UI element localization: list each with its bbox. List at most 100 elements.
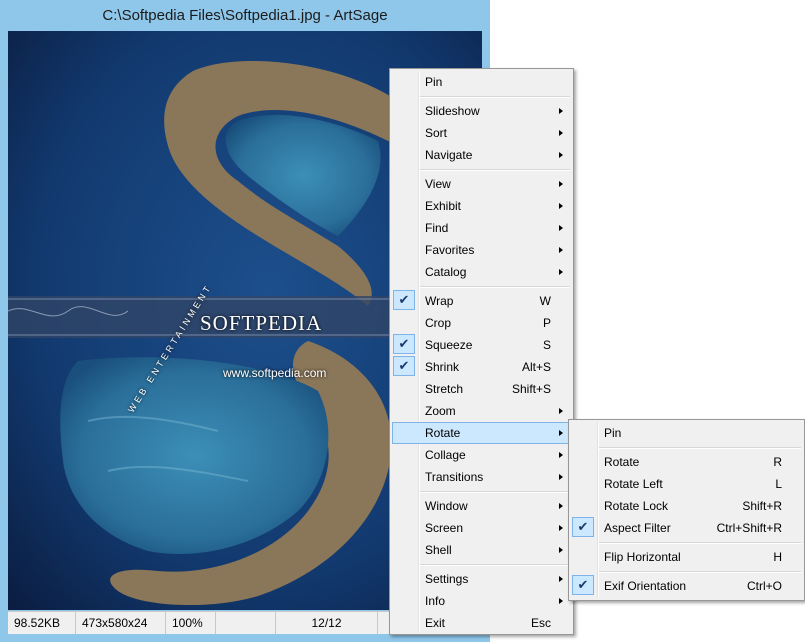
- rotate-submenu: Pin Rotate R Rotate Left L Rotate Lock Shif…: [568, 419, 805, 601]
- submenu-item-flip-horizontal[interactable]: Flip Horizontal H: [571, 546, 802, 568]
- status-position: 12/12: [276, 612, 378, 634]
- image-brand-text: SOFTPEDIA: [200, 311, 323, 335]
- menu-item-label: Transitions: [425, 470, 484, 484]
- menu-item-info[interactable]: Info: [392, 590, 571, 612]
- menu-separator: [420, 491, 570, 493]
- menu-item-label: Flip Horizontal: [604, 550, 681, 564]
- menu-item-shortcut: Ctrl+O: [746, 579, 782, 593]
- checkmark-icon: ✔: [572, 517, 594, 537]
- submenu-arrow-icon: [559, 452, 563, 458]
- menu-item-label: Rotate: [604, 455, 640, 469]
- menu-item-label: Exif Orientation: [604, 579, 687, 593]
- menu-separator: [420, 169, 570, 171]
- menu-item-label: Slideshow: [425, 104, 480, 118]
- image-url-text: www.softpedia.com: [223, 366, 327, 380]
- menu-item-screen[interactable]: Screen: [392, 517, 571, 539]
- menu-item-label: Pin: [425, 75, 443, 89]
- submenu-item-rotate-lock[interactable]: Rotate Lock Shift+R: [571, 495, 802, 517]
- menu-separator: [420, 286, 570, 288]
- menu-item-rotate[interactable]: Rotate: [392, 422, 571, 444]
- menu-item-favorites[interactable]: Favorites: [392, 239, 571, 261]
- menu-item-wrap[interactable]: ✔ Wrap W: [392, 290, 571, 312]
- menu-item-label: Rotate: [425, 426, 461, 440]
- submenu-arrow-icon: [559, 203, 563, 209]
- menu-item-label: Collage: [425, 448, 466, 462]
- menu-separator: [599, 447, 801, 449]
- submenu-arrow-icon: [559, 269, 563, 275]
- menu-separator: [599, 571, 801, 573]
- menu-item-collage[interactable]: Collage: [392, 444, 571, 466]
- menu-item-shortcut: P: [542, 316, 551, 330]
- menu-item-slideshow[interactable]: Slideshow: [392, 100, 571, 122]
- submenu-arrow-icon: [559, 525, 563, 531]
- status-file-size: 98.52KB: [8, 612, 76, 634]
- submenu-arrow-icon: [559, 474, 563, 480]
- submenu-arrow-icon: [559, 247, 563, 253]
- menu-item-label: Zoom: [425, 404, 456, 418]
- submenu-item-rotate[interactable]: Rotate R: [571, 451, 802, 473]
- checkmark-icon: ✔: [393, 334, 415, 354]
- submenu-item-rotate-left[interactable]: Rotate Left L: [571, 473, 802, 495]
- menu-item-shortcut: Shift+R: [742, 499, 782, 513]
- submenu-arrow-icon: [559, 547, 563, 553]
- menu-item-label: Settings: [425, 572, 469, 586]
- menu-item-label: Squeeze: [425, 338, 473, 352]
- submenu-arrow-icon: [559, 503, 563, 509]
- submenu-item-exif-orientation[interactable]: ✔ Exif Orientation Ctrl+O: [571, 575, 802, 597]
- menu-item-label: Shrink: [425, 360, 460, 374]
- menu-item-label: Exhibit: [425, 199, 462, 213]
- menu-item-shortcut: S: [542, 338, 551, 352]
- status-dimensions: 473x580x24: [76, 612, 166, 634]
- menu-item-navigate[interactable]: Navigate: [392, 144, 571, 166]
- submenu-arrow-icon: [559, 430, 563, 436]
- menu-item-label: Rotate Left: [604, 477, 663, 491]
- menu-item-view[interactable]: View: [392, 173, 571, 195]
- menu-item-label: Pin: [604, 426, 622, 440]
- menu-item-crop[interactable]: Crop P: [392, 312, 571, 334]
- menu-item-label: Wrap: [425, 294, 454, 308]
- menu-item-sort[interactable]: Sort: [392, 122, 571, 144]
- checkmark-icon: ✔: [572, 575, 594, 595]
- menu-item-catalog[interactable]: Catalog: [392, 261, 571, 283]
- menu-item-label: Catalog: [425, 265, 467, 279]
- menu-item-shortcut: H: [773, 550, 782, 564]
- menu-separator: [599, 542, 801, 544]
- status-zoom: 100%: [166, 612, 216, 634]
- submenu-arrow-icon: [559, 598, 563, 604]
- menu-item-exit[interactable]: Exit Esc: [392, 612, 571, 634]
- menu-item-label: Sort: [425, 126, 448, 140]
- menu-separator: [420, 96, 570, 98]
- menu-item-zoom[interactable]: Zoom: [392, 400, 571, 422]
- submenu-arrow-icon: [559, 152, 563, 158]
- submenu-arrow-icon: [559, 108, 563, 114]
- menu-item-shortcut: W: [539, 294, 551, 308]
- menu-item-transitions[interactable]: Transitions: [392, 466, 571, 488]
- menu-separator: [420, 564, 570, 566]
- menu-item-stretch[interactable]: Stretch Shift+S: [392, 378, 571, 400]
- window-title: C:\Softpedia Files\Softpedia1.jpg - ArtS…: [102, 7, 388, 24]
- menu-item-shortcut: R: [773, 455, 782, 469]
- submenu-item-pin[interactable]: Pin: [571, 422, 802, 444]
- submenu-arrow-icon: [559, 225, 563, 231]
- menu-item-label: Crop: [425, 316, 452, 330]
- menu-item-squeeze[interactable]: ✔ Squeeze S: [392, 334, 571, 356]
- menu-item-find[interactable]: Find: [392, 217, 571, 239]
- menu-item-exhibit[interactable]: Exhibit: [392, 195, 571, 217]
- menu-item-label: Aspect Filter: [604, 521, 671, 535]
- submenu-arrow-icon: [559, 408, 563, 414]
- menu-item-shortcut: Esc: [530, 616, 551, 630]
- menu-item-label: Screen: [425, 521, 464, 535]
- menu-item-label: Stretch: [425, 382, 464, 396]
- menu-item-label: Shell: [425, 543, 452, 557]
- menu-item-settings[interactable]: Settings: [392, 568, 571, 590]
- submenu-item-aspect-filter[interactable]: ✔ Aspect Filter Ctrl+Shift+R: [571, 517, 802, 539]
- menu-item-label: Window: [425, 499, 468, 513]
- submenu-arrow-icon: [559, 181, 563, 187]
- menu-item-pin[interactable]: Pin: [392, 71, 571, 93]
- menu-item-shrink[interactable]: ✔ Shrink Alt+S: [392, 356, 571, 378]
- submenu-arrow-icon: [559, 130, 563, 136]
- menu-item-shortcut: Ctrl+Shift+R: [716, 521, 782, 535]
- menu-item-shell[interactable]: Shell: [392, 539, 571, 561]
- menu-item-window[interactable]: Window: [392, 495, 571, 517]
- checkmark-icon: ✔: [393, 290, 415, 310]
